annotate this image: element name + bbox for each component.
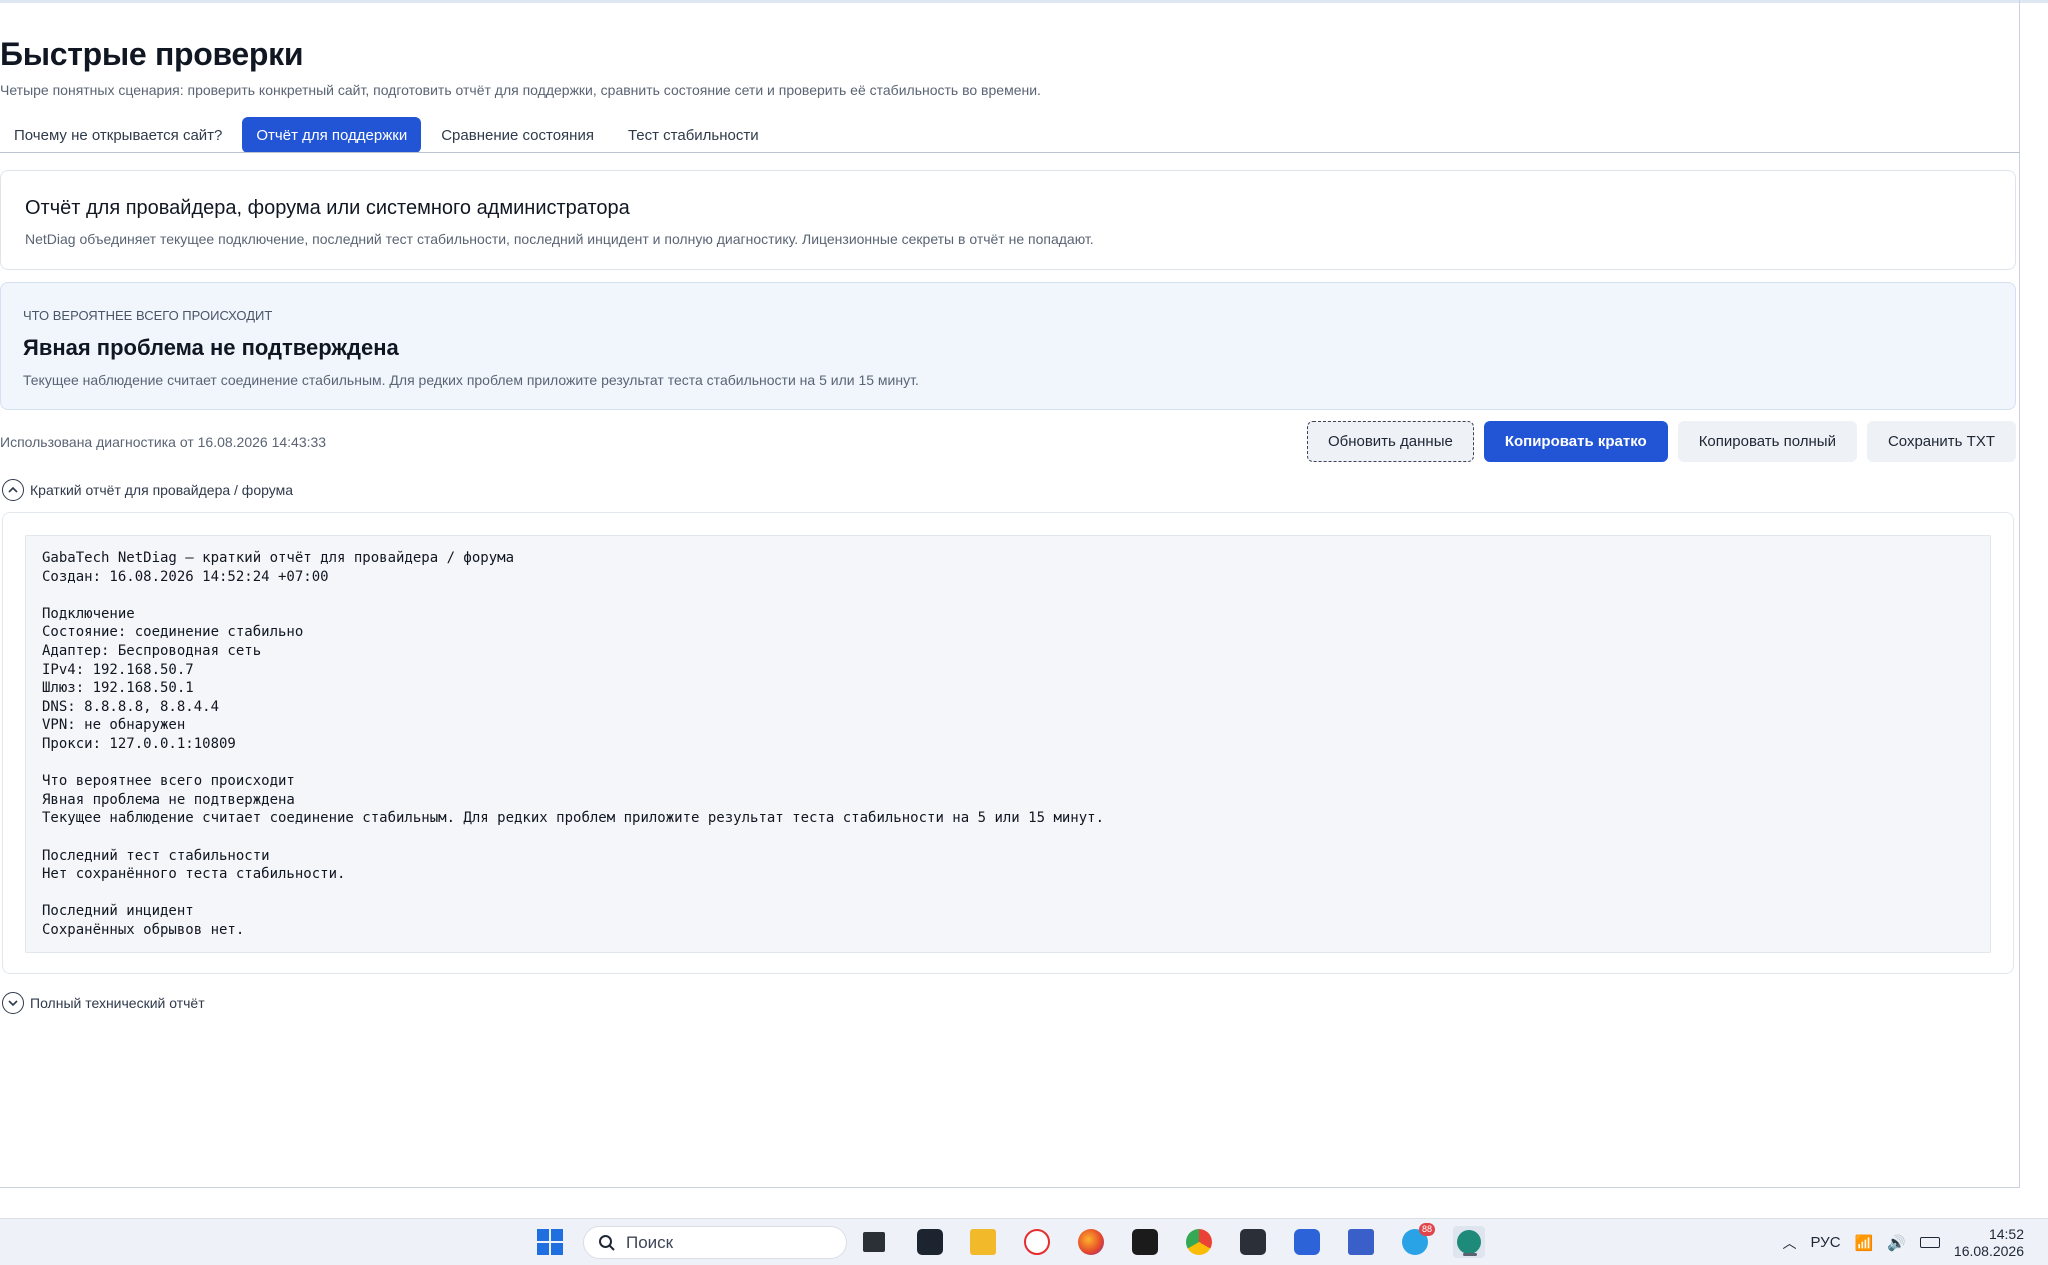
- intro-card: Отчёт для провайдера, форума или системн…: [0, 170, 2016, 270]
- wifi-icon[interactable]: 📶: [1855, 1234, 1874, 1252]
- console-app-icon[interactable]: [1237, 1226, 1269, 1258]
- firefox-icon[interactable]: [1075, 1226, 1107, 1258]
- page-title: Быстрые проверки: [0, 36, 304, 72]
- h-app-icon[interactable]: [1129, 1226, 1161, 1258]
- netdiag-app-icon[interactable]: [1453, 1226, 1485, 1258]
- status-kicker: Что вероятнее всего происходит: [23, 308, 273, 323]
- start-windows-icon[interactable]: [534, 1226, 566, 1258]
- terminal-icon[interactable]: [914, 1226, 946, 1258]
- short-report-text: GabaTech NetDiag — краткий отчёт для про…: [42, 550, 1105, 938]
- page-subtitle: Четыре понятных сценария: проверить конк…: [0, 82, 1041, 98]
- copy-full-button[interactable]: Копировать полный: [1677, 421, 1857, 462]
- clock-time: 14:52: [1988, 1225, 2024, 1242]
- clock-date: 16.08.2026: [1953, 1242, 2024, 1259]
- copy-short-button[interactable]: Копировать кратко: [1483, 421, 1668, 462]
- chrome-icon[interactable]: [1183, 1226, 1215, 1258]
- short-report-panel: GabaTech NetDiag — краткий отчёт для про…: [2, 512, 2014, 974]
- yandex-browser-icon[interactable]: [1021, 1226, 1053, 1258]
- language-indicator[interactable]: РУС: [1811, 1234, 1841, 1251]
- report-actions: Обновить данные Копировать кратко Копиро…: [1306, 421, 2016, 462]
- short-report-textbox[interactable]: GabaTech NetDiag — краткий отчёт для про…: [25, 535, 1991, 953]
- clock[interactable]: 14:52 16.08.2026: [1954, 1226, 2024, 1260]
- full-report-label: Полный технический отчёт: [30, 995, 205, 1011]
- intro-text: NetDiag объединяет текущее подключение, …: [25, 231, 1094, 247]
- short-report-toggle[interactable]: Краткий отчёт для провайдера / форума: [2, 479, 293, 501]
- tabs-divider: [0, 152, 2020, 153]
- chevron-down-icon: [2, 992, 24, 1014]
- tab-site-check[interactable]: Почему не открывается сайт?: [0, 117, 236, 153]
- chevron-up-icon[interactable]: ︿: [1783, 1233, 1797, 1253]
- volume-icon[interactable]: 🔊: [1887, 1234, 1906, 1252]
- full-report-toggle[interactable]: Полный технический отчёт: [2, 992, 205, 1014]
- tab-support-report[interactable]: Отчёт для поддержки: [242, 117, 422, 153]
- telegram-badge: 88: [1418, 1223, 1435, 1236]
- save-disk-icon[interactable]: [1345, 1226, 1377, 1258]
- scenario-tabs: Почему не открывается сайт? Отчёт для по…: [0, 117, 773, 153]
- telegram-icon[interactable]: 88: [1399, 1223, 1435, 1258]
- status-card: Что вероятнее всего происходит Явная про…: [0, 282, 2016, 410]
- intro-title: Отчёт для провайдера, форума или системн…: [25, 197, 630, 219]
- file-explorer-icon[interactable]: [967, 1226, 999, 1258]
- status-text: Текущее наблюдение считает соединение ст…: [23, 372, 919, 388]
- taskbar: Поиск 88 ︿ РУС 📶 🔊 14:52 16.08.2026: [0, 1218, 2048, 1265]
- taskbar-search[interactable]: Поиск: [583, 1226, 847, 1259]
- chevron-up-icon: [2, 479, 24, 501]
- refresh-data-button[interactable]: Обновить данные: [1306, 421, 1474, 462]
- save-txt-button[interactable]: Сохранить TXT: [1866, 421, 2016, 462]
- task-view-icon[interactable]: [858, 1226, 890, 1258]
- battery-icon[interactable]: [1919, 1237, 1940, 1248]
- tab-compare-state[interactable]: Сравнение состояния: [427, 117, 608, 153]
- short-report-label: Краткий отчёт для провайдера / форума: [30, 482, 293, 498]
- system-tray: ︿ РУС 📶 🔊 14:52 16.08.2026: [1783, 1219, 2025, 1265]
- status-title: Явная проблема не подтверждена: [23, 335, 399, 360]
- diagnostics-timestamp: Использована диагностика от 16.08.2026 1…: [0, 434, 327, 450]
- search-icon: [599, 1234, 615, 1251]
- power-app-icon[interactable]: [1291, 1226, 1323, 1258]
- tab-stability-test[interactable]: Тест стабильности: [614, 117, 773, 153]
- search-placeholder: Поиск: [626, 1232, 674, 1252]
- active-indicator: [1463, 1253, 1477, 1256]
